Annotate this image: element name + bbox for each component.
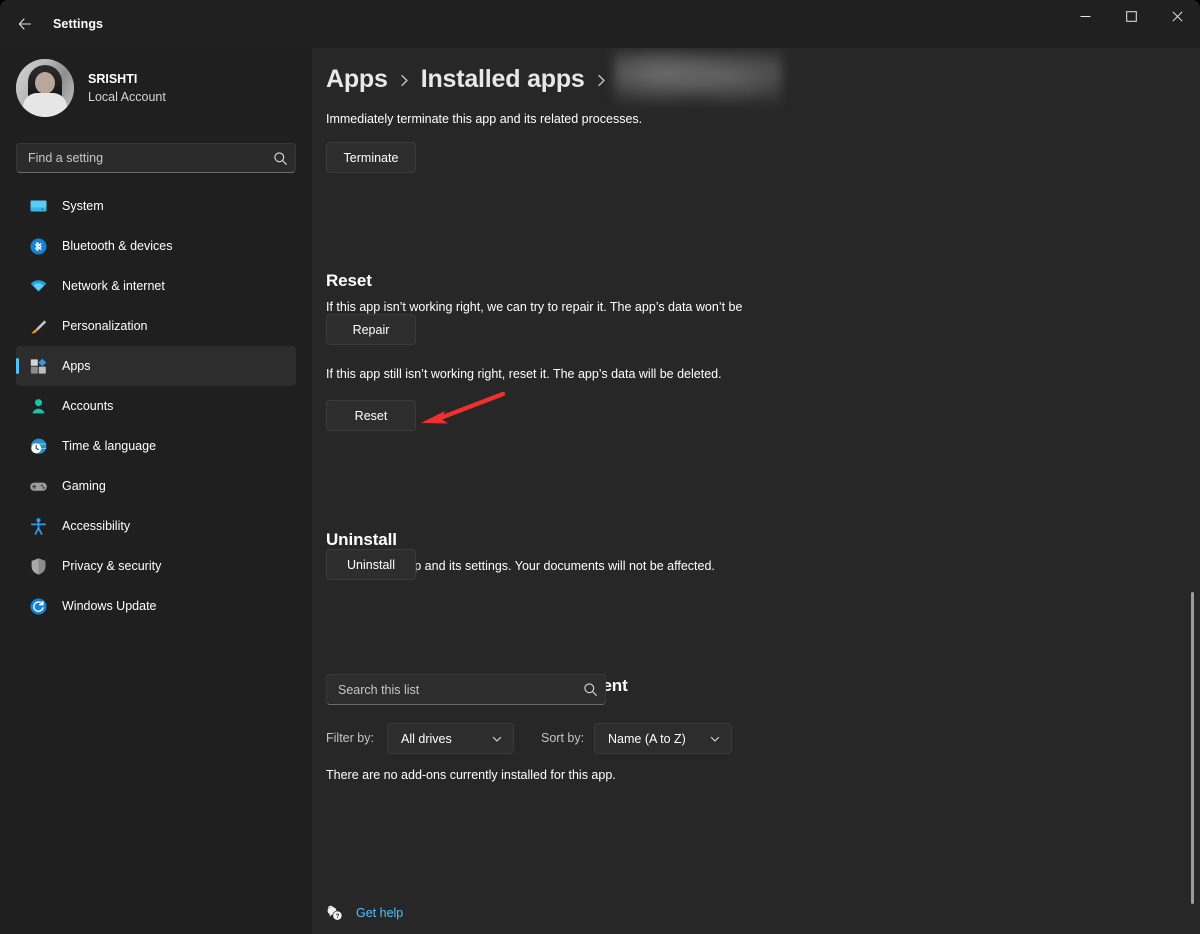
accessibility-icon (28, 516, 48, 536)
close-button[interactable] (1154, 0, 1200, 32)
sidebar-item-label: Accounts (62, 399, 114, 413)
sidebar-item-label: Network & internet (62, 279, 165, 293)
filter-by-label: Filter by: (326, 731, 374, 745)
sidebar: SRISHTI Local Account Find a setting Sys… (0, 48, 312, 934)
title-bar: Settings (0, 0, 1200, 48)
sidebar-item-gaming[interactable]: Gaming (16, 466, 296, 506)
sidebar-item-accessibility[interactable]: Accessibility (16, 506, 296, 546)
sidebar-item-network-internet[interactable]: Network & internet (16, 266, 296, 306)
sidebar-item-apps[interactable]: Apps (16, 346, 296, 386)
search-box[interactable] (16, 143, 296, 173)
breadcrumb: Apps Installed apps (326, 49, 782, 105)
scrollbar-thumb[interactable] (1191, 592, 1194, 904)
sidebar-nav: System Bluetooth & devices Network & int… (16, 186, 296, 626)
breadcrumb-apps[interactable]: Apps (326, 65, 388, 94)
back-button[interactable] (8, 8, 42, 40)
addons-search-input[interactable] (327, 682, 575, 697)
close-icon (1171, 10, 1183, 22)
avatar (16, 59, 74, 117)
sidebar-item-bluetooth-devices[interactable]: Bluetooth & devices (16, 226, 296, 266)
sidebar-item-system[interactable]: System (16, 186, 296, 226)
settings-window: Settings SRISHTI Local Account Find a se… (0, 0, 1200, 934)
window-title: Settings (53, 17, 104, 31)
terminate-description: Immediately terminate this app and its r… (326, 112, 643, 126)
reset-heading: Reset (326, 271, 372, 290)
sidebar-item-privacy-security[interactable]: Privacy & security (16, 546, 296, 586)
minimize-icon (1080, 15, 1090, 17)
sidebar-item-accounts[interactable]: Accounts (16, 386, 296, 426)
account-block[interactable]: SRISHTI Local Account (16, 56, 296, 120)
svg-text:?: ? (335, 913, 339, 920)
search-icon (265, 151, 295, 166)
sidebar-item-label: Privacy & security (62, 559, 162, 573)
maximize-button[interactable] (1108, 0, 1154, 32)
chevron-down-icon (491, 733, 503, 745)
sidebar-item-label: Time & language (62, 439, 157, 453)
repair-button[interactable]: Repair (326, 314, 416, 345)
paintbrush-icon (28, 316, 48, 336)
chevron-down-icon (709, 733, 721, 745)
terminate-button[interactable]: Terminate (326, 142, 416, 173)
shield-icon (28, 556, 48, 576)
scrollbar-track[interactable] (1184, 48, 1198, 934)
filter-by-value: All drives (401, 731, 452, 746)
sidebar-item-label: Apps (62, 359, 91, 373)
get-help-label: Get help (356, 906, 404, 920)
reset-button[interactable]: Reset (326, 400, 416, 431)
sort-by-label: Sort by: (541, 731, 585, 745)
sidebar-item-label: Personalization (62, 319, 148, 333)
apps-icon (28, 356, 48, 376)
filter-by-dropdown[interactable]: All drives (387, 723, 514, 754)
sidebar-item-label: System (62, 199, 104, 213)
addons-search-box[interactable] (326, 674, 606, 705)
gamepad-icon (28, 476, 48, 496)
maximize-icon (1125, 10, 1137, 22)
get-help-link[interactable]: ? Get help (320, 896, 403, 930)
uninstall-heading: Uninstall (326, 530, 397, 549)
account-name: SRISHTI (88, 71, 138, 86)
breadcrumb-installed-apps[interactable]: Installed apps (421, 65, 585, 94)
clock-globe-icon (28, 436, 48, 456)
wifi-icon (28, 276, 48, 296)
search-input[interactable] (17, 151, 265, 165)
bluetooth-icon (28, 236, 48, 256)
chevron-right-icon (399, 70, 410, 88)
search-icon (575, 682, 605, 697)
sort-by-dropdown[interactable]: Name (A to Z) (594, 723, 732, 754)
sidebar-item-label: Gaming (62, 479, 106, 493)
sidebar-item-personalization[interactable]: Personalization (16, 306, 296, 346)
help-question-icon: ? (320, 904, 348, 923)
sort-by-value: Name (A to Z) (608, 731, 686, 746)
update-refresh-icon (28, 596, 48, 616)
sidebar-item-label: Accessibility (62, 519, 131, 533)
main-content: Apps Installed apps Immediately terminat… (312, 48, 1200, 934)
system-monitor-icon (28, 196, 48, 216)
sidebar-item-label: Bluetooth & devices (62, 239, 173, 253)
reset-description: If this app still isn’t working right, r… (326, 367, 722, 381)
back-arrow-icon (18, 18, 31, 30)
breadcrumb-app-name-redacted (613, 49, 782, 105)
sidebar-item-windows-update[interactable]: Windows Update (16, 586, 296, 626)
uninstall-button[interactable]: Uninstall (326, 549, 416, 580)
chevron-right-icon (596, 70, 607, 88)
minimize-button[interactable] (1062, 0, 1108, 32)
account-type: Local Account (88, 89, 166, 104)
sidebar-item-time-language[interactable]: Time & language (16, 426, 296, 466)
addons-empty-message: There are no add-ons currently installed… (326, 768, 616, 782)
sidebar-item-label: Windows Update (62, 599, 157, 613)
person-icon (28, 396, 48, 416)
